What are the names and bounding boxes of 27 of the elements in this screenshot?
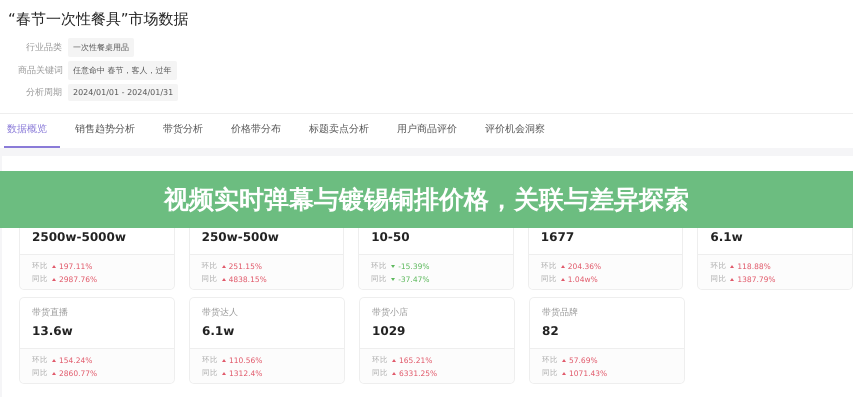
metric-label: 带货品牌 — [542, 308, 578, 318]
metric-value: 6.1w — [202, 324, 236, 338]
metric-value: 6.1w — [710, 230, 744, 244]
metric-value: 1677 — [540, 230, 576, 244]
page-title: “春节一次性餐具”市场数据 — [8, 10, 190, 30]
filter-label: 分析周期 — [25, 86, 62, 99]
headline: 视频实时弹幕与镀锡铜排价格，关联与差异探索 — [164, 184, 689, 216]
metric-label: 带货达人 — [202, 308, 238, 318]
metric-value: 13.6w — [32, 324, 74, 338]
tab[interactable]: 评价机会洞察 — [482, 114, 558, 148]
tab[interactable]: 用户商品评价 — [394, 114, 470, 148]
metric-label: 带货小店 — [372, 308, 408, 318]
metric-value: 10-50 — [371, 230, 411, 244]
tab[interactable]: 销售趋势分析 — [72, 114, 148, 148]
metric-value: 1029 — [372, 324, 406, 338]
metric-value: 82 — [542, 324, 560, 338]
tab[interactable]: 价格带分布 — [228, 114, 294, 148]
metric-value: 2500w-5000w — [32, 230, 127, 244]
filter-label: 商品关键词 — [18, 64, 62, 77]
filter-value: 2024/01/01 - 2024/01/31 — [68, 84, 178, 101]
tab[interactable]: 带货分析 — [160, 114, 216, 148]
metric-value: 250w-500w — [202, 230, 280, 244]
metric-label: 带货直播 — [32, 308, 68, 318]
filter-value: 一次性餐桌用品 — [68, 38, 134, 57]
filter-label: 行业品类 — [25, 42, 62, 54]
tab[interactable]: 标题卖点分析 — [306, 114, 382, 148]
filter-value: 任意命中 春节，客人，过年 — [68, 61, 177, 80]
